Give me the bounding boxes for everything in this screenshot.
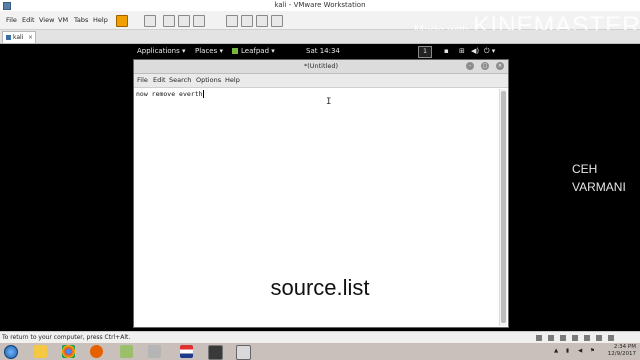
leafpad-menu-edit[interactable]: Edit [153, 74, 166, 87]
tab-kali[interactable]: kali × [2, 31, 36, 43]
close-tab-icon[interactable]: × [28, 32, 33, 43]
chrome-icon[interactable] [62, 345, 75, 358]
app-icon[interactable] [148, 345, 161, 358]
channel-name-line1: CEH [572, 162, 598, 176]
vm-icon [6, 35, 11, 40]
send-ctrl-alt-del-icon[interactable] [144, 15, 156, 27]
network-icon[interactable]: ⊞ [459, 44, 465, 58]
flag-icon[interactable] [180, 345, 193, 358]
menu-edit[interactable]: Edit [22, 11, 35, 29]
show-hidden-icons-icon[interactable]: ▲ [554, 348, 558, 354]
applications-menu[interactable]: Applications ▾ [137, 44, 186, 58]
window-title: kali - VMware Workstation [274, 1, 366, 9]
editor-content: now remove everth [136, 90, 203, 98]
text-cursor [202, 90, 204, 98]
clock-date: 12/9/2017 [607, 351, 636, 357]
unity-icon[interactable] [271, 15, 283, 27]
tray-network-icon[interactable]: ▮ [566, 348, 569, 354]
leafpad-menu-search[interactable]: Search [169, 74, 191, 87]
network-adapter-icon[interactable] [560, 335, 566, 341]
vmware-icon[interactable] [208, 345, 223, 360]
kali-top-panel: Applications ▾ Places ▾ Leafpad ▾ Sat 14… [0, 44, 640, 58]
start-button[interactable] [4, 345, 18, 359]
pause-icon[interactable] [116, 15, 128, 27]
hdd-icon[interactable] [536, 335, 542, 341]
menu-view[interactable]: View [39, 11, 54, 29]
revert-snapshot-icon[interactable] [178, 15, 190, 27]
usb-icon[interactable] [572, 335, 578, 341]
vmware-tabbar: kali × [0, 30, 640, 44]
screen-icon[interactable]: ▪ [444, 44, 449, 58]
display-icon[interactable] [608, 335, 614, 341]
ibeam-cursor-icon: I [326, 97, 332, 107]
leafpad-menu-help[interactable]: Help [225, 74, 240, 87]
taskbar-clock[interactable]: 2:34 PM 12/9/2017 [608, 344, 636, 358]
leafpad-title: *(Untitled) [303, 62, 339, 70]
full-screen-icon[interactable] [256, 15, 268, 27]
menu-file[interactable]: File [6, 11, 17, 29]
vmware-titlebar: kali - VMware Workstation [0, 0, 640, 11]
workspace-indicator[interactable]: 1 [418, 46, 432, 58]
menu-tabs[interactable]: Tabs [74, 11, 88, 29]
notepad-icon[interactable] [120, 345, 133, 358]
channel-name-line2: VARMANI [572, 180, 626, 194]
panel-clock[interactable]: Sat 14:34 [306, 44, 340, 58]
tray-volume-icon[interactable]: ◀ [578, 348, 582, 354]
system-tray: ▲ ▮ ◀ ⚑ 2:34 PM 12/9/2017 [548, 343, 638, 360]
close-icon[interactable]: × [496, 62, 504, 70]
leafpad-menu-options[interactable]: Options [196, 74, 221, 87]
snapshot-manager-icon[interactable] [193, 15, 205, 27]
power-icon[interactable]: ⏻ ▾ [484, 44, 495, 58]
leafpad-menubar: File Edit Search Options Help [134, 74, 508, 88]
maximize-icon[interactable]: □ [481, 62, 489, 70]
video-caption: source.list [270, 275, 370, 300]
editor-line: now remove everth [136, 90, 204, 98]
menu-help[interactable]: Help [93, 11, 108, 29]
minimize-icon[interactable]: – [466, 62, 474, 70]
firefox-icon[interactable] [90, 345, 103, 358]
storage-icon[interactable] [236, 345, 251, 360]
leafpad-app-label: Leafpad ▾ [241, 47, 275, 55]
volume-icon[interactable]: ◀) [471, 44, 479, 58]
tab-label: kali [13, 34, 24, 41]
guest-desktop: Applications ▾ Places ▾ Leafpad ▾ Sat 14… [0, 44, 640, 331]
places-menu[interactable]: Places ▾ [195, 44, 223, 58]
windows-taskbar: ▲ ▮ ◀ ⚑ 2:34 PM 12/9/2017 [0, 343, 640, 360]
printer-icon[interactable] [596, 335, 602, 341]
clock-time: 2:34 PM [613, 344, 636, 350]
fit-guest-icon[interactable] [241, 15, 253, 27]
leafpad-titlebar: *(Untitled) – □ × [134, 60, 508, 74]
menu-vm[interactable]: VM [58, 11, 68, 29]
sound-icon[interactable] [584, 335, 590, 341]
show-library-icon[interactable] [226, 15, 238, 27]
leafpad-icon [232, 48, 238, 54]
leafpad-app-menu[interactable]: Leafpad ▾ [232, 44, 275, 58]
file-explorer-icon[interactable] [34, 345, 47, 358]
cd-icon[interactable] [548, 335, 554, 341]
leafpad-menu-file[interactable]: File [137, 74, 148, 87]
tray-flag-icon[interactable]: ⚑ [590, 348, 595, 354]
snapshot-icon[interactable] [163, 15, 175, 27]
